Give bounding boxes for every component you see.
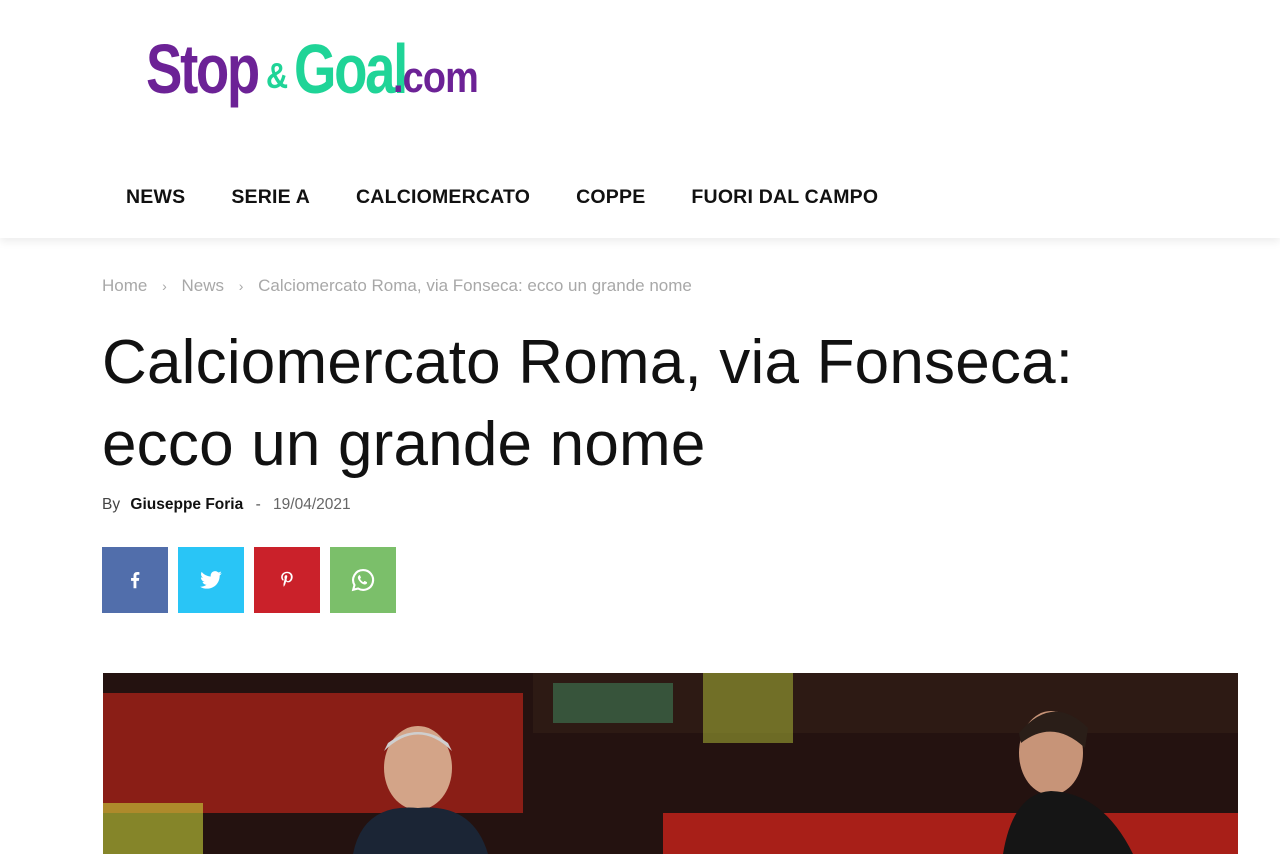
article-date: 19/04/2021 xyxy=(273,496,351,513)
site-header: Stop & Goal .com NEWS SERIE A CALCIOMERC… xyxy=(0,0,1280,238)
facebook-icon xyxy=(131,572,140,589)
nav-item-calciomercato[interactable]: CALCIOMERCATO xyxy=(333,170,553,225)
logo-text-amp: & xyxy=(265,55,288,96)
breadcrumb: Home › News › Calciomercato Roma, via Fo… xyxy=(102,276,692,296)
article-meta: By Giuseppe Foria - 19/04/2021 xyxy=(102,496,351,514)
facebook-share-button[interactable] xyxy=(102,547,168,613)
share-buttons xyxy=(102,547,396,613)
nav-item-serie-a[interactable]: SERIE A xyxy=(208,170,333,225)
whatsapp-icon xyxy=(351,569,375,592)
nav-item-news[interactable]: NEWS xyxy=(103,170,208,225)
logo-text-com: .com xyxy=(393,53,479,102)
twitter-icon xyxy=(200,571,222,589)
breadcrumb-separator: › xyxy=(162,278,167,294)
whatsapp-share-button[interactable] xyxy=(330,547,396,613)
article-title: Calciomercato Roma, via Fonseca: ecco un… xyxy=(102,328,1074,479)
nav-item-coppe[interactable]: COPPE xyxy=(553,170,668,225)
nav-item-fuori-dal-campo[interactable]: FUORI DAL CAMPO xyxy=(668,170,901,225)
by-label: By xyxy=(102,496,121,513)
site-logo[interactable]: Stop & Goal .com xyxy=(146,24,492,104)
logo-text-stop: Stop xyxy=(146,30,260,108)
pinterest-share-button[interactable] xyxy=(254,547,320,613)
breadcrumb-separator: › xyxy=(238,278,244,294)
breadcrumb-home[interactable]: Home xyxy=(102,276,147,295)
twitter-share-button[interactable] xyxy=(178,547,244,613)
main-nav: NEWS SERIE A CALCIOMERCATO COPPE FUORI D… xyxy=(103,170,901,225)
pinterest-icon xyxy=(281,571,293,587)
breadcrumb-current: Calciomercato Roma, via Fonseca: ecco un… xyxy=(258,276,692,295)
author-link[interactable]: Giuseppe Foria xyxy=(130,496,243,513)
meta-separator: - xyxy=(255,496,261,513)
logo-text-goal: Goal xyxy=(293,30,408,108)
breadcrumb-news[interactable]: News xyxy=(182,276,225,295)
article-featured-image xyxy=(103,673,1238,854)
